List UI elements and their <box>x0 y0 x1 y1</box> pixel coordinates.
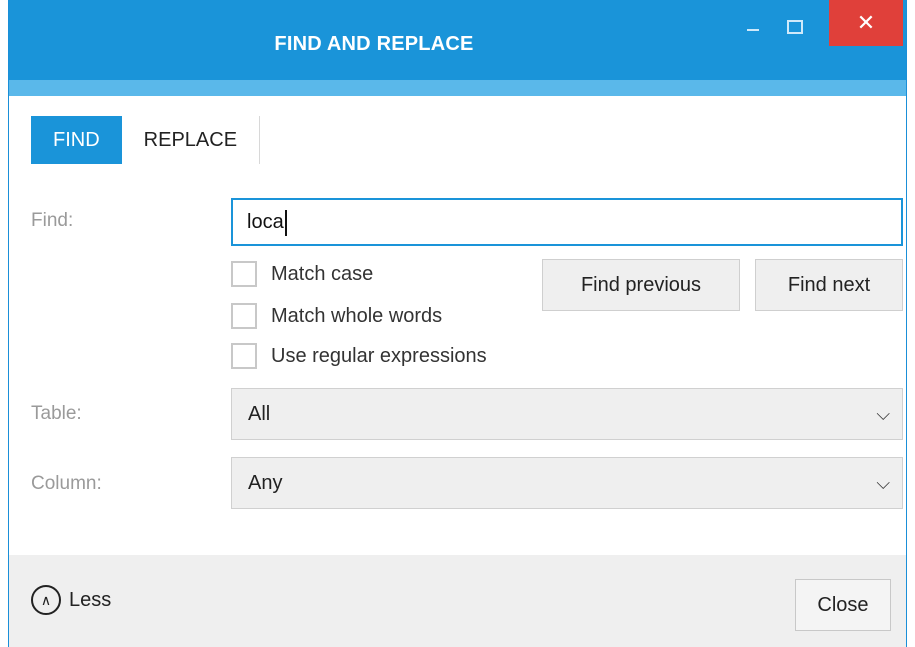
find-input[interactable]: loca <box>231 198 903 246</box>
title-bar: FIND AND REPLACE ✕ <box>9 0 906 80</box>
find-input-value: loca <box>247 211 284 233</box>
less-toggle[interactable]: ∧ Less <box>31 585 111 615</box>
regular-expressions-checkbox[interactable] <box>231 343 257 369</box>
table-select-value: All <box>248 403 271 425</box>
table-select[interactable]: All ⌵ <box>231 388 903 440</box>
find-previous-button[interactable]: Find previous <box>542 259 740 311</box>
maximize-icon <box>787 19 803 34</box>
footer-bar: ∧ Less Close <box>9 555 906 647</box>
match-whole-words-checkbox[interactable] <box>231 303 257 329</box>
tab-strip: FIND REPLACE <box>31 116 261 164</box>
close-button[interactable]: Close <box>795 579 891 631</box>
find-replace-window: FIND AND REPLACE ✕ FIND REPLACE Find: lo… <box>8 0 907 647</box>
find-label: Find: <box>31 210 74 231</box>
minimize-icon <box>747 28 759 31</box>
match-case-checkbox[interactable] <box>231 261 257 287</box>
chevron-down-icon: ⌵ <box>876 404 890 424</box>
chevron-down-icon: ⌵ <box>876 473 890 493</box>
column-select-value: Any <box>248 472 283 494</box>
column-label: Column: <box>31 473 102 494</box>
minimize-button[interactable] <box>731 10 775 44</box>
find-next-button[interactable]: Find next <box>755 259 903 311</box>
less-label: Less <box>69 588 112 611</box>
close-icon: ✕ <box>856 10 876 35</box>
chevron-up-circle-icon: ∧ <box>31 585 61 615</box>
match-case-label: Match case <box>271 262 374 285</box>
option-match-whole-words[interactable]: Match whole words <box>231 301 442 331</box>
tab-find[interactable]: FIND <box>31 116 122 164</box>
window-title: FIND AND REPLACE <box>274 33 474 55</box>
table-label: Table: <box>31 403 82 424</box>
match-whole-words-label: Match whole words <box>271 304 443 327</box>
maximize-button[interactable] <box>773 10 817 44</box>
option-match-case[interactable]: Match case <box>231 259 373 289</box>
regular-expressions-label: Use regular expressions <box>271 344 487 367</box>
title-bar-stripe <box>9 80 906 96</box>
column-select[interactable]: Any ⌵ <box>231 457 903 509</box>
close-window-button[interactable]: ✕ <box>829 0 903 46</box>
option-regular-expressions[interactable]: Use regular expressions <box>231 341 487 371</box>
tab-replace[interactable]: REPLACE <box>122 116 259 164</box>
text-caret <box>284 209 287 236</box>
